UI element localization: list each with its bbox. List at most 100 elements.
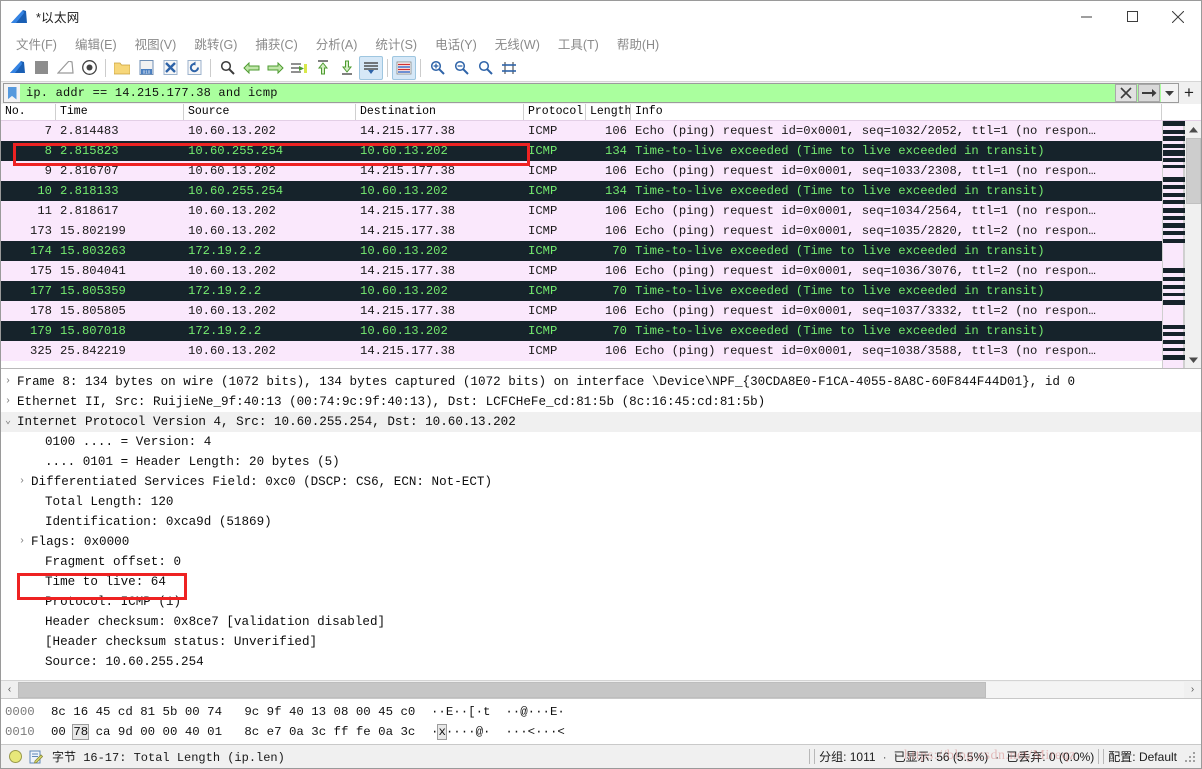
packet-details-pane[interactable]: › Frame 8: 134 bytes on wire (1072 bits),…: [1, 369, 1201, 680]
detail-ip-identification[interactable]: Identification: 0xca9d (51869): [1, 512, 1201, 532]
find-packet-icon[interactable]: [215, 56, 239, 80]
hscroll-thumb[interactable]: [18, 681, 986, 698]
auto-scroll-icon[interactable]: [359, 55, 383, 80]
detail-ip-source[interactable]: Source: 10.60.255.254: [1, 652, 1201, 672]
detail-ip-total-length[interactable]: Total Length: 120: [1, 492, 1201, 512]
col-destination[interactable]: Destination: [356, 104, 524, 120]
display-filter-input[interactable]: ip. addr == 14.215.177.38 and icmp: [20, 86, 1115, 100]
display-filter-input-wrap[interactable]: ip. addr == 14.215.177.38 and icmp: [3, 83, 1179, 103]
apply-filter-button[interactable]: [1138, 84, 1160, 102]
detail-ip-ttl[interactable]: Time to live: 64: [1, 572, 1201, 592]
col-no[interactable]: No.: [1, 104, 56, 120]
detail-ip-version[interactable]: 0100 .... = Version: 4: [1, 432, 1201, 452]
go-to-packet-icon[interactable]: [287, 56, 311, 80]
filter-dropdown-button[interactable]: [1161, 84, 1178, 102]
capture-file-note-icon[interactable]: [29, 750, 43, 764]
reload-file-icon[interactable]: [182, 56, 206, 80]
intelligent-scrollbar[interactable]: [1162, 121, 1185, 368]
add-filter-button[interactable]: +: [1179, 83, 1199, 103]
col-source[interactable]: Source: [184, 104, 356, 120]
packet-bytes-pane[interactable]: 0000 8c 16 45 cd 81 5b 00 74 9c 9f 40 13…: [1, 698, 1201, 744]
table-row[interactable]: 7 2.814483 10.60.13.202 14.215.177.38 ICMP 10…: [1, 121, 1162, 141]
detail-ip-fragment-offset[interactable]: Fragment offset: 0: [1, 552, 1201, 572]
open-file-icon[interactable]: [110, 56, 134, 80]
detail-ethernet[interactable]: › Ethernet II, Src: RuijieNe_9f:40:13 (00…: [1, 392, 1201, 412]
save-file-icon[interactable]: 010: [134, 56, 158, 80]
table-row[interactable]: 9 2.816707 10.60.13.202 14.215.177.38 ICMP 10…: [1, 161, 1162, 181]
go-back-icon[interactable]: [239, 56, 263, 80]
col-length[interactable]: Length: [586, 104, 631, 120]
filter-bookmark-icon[interactable]: [4, 84, 20, 102]
hex-byte-highlighted[interactable]: 78: [72, 724, 90, 740]
table-row[interactable]: 325 25.842219 10.60.13.202 14.215.177.38 ICM…: [1, 341, 1162, 361]
col-protocol[interactable]: Protocol: [524, 104, 586, 120]
menu-tools[interactable]: 工具(T): [549, 32, 608, 55]
close-button[interactable]: [1155, 1, 1201, 32]
vscroll-track[interactable]: [1185, 204, 1202, 351]
menu-telephony[interactable]: 电话(Y): [426, 32, 486, 55]
hscroll-track[interactable]: [18, 681, 1184, 698]
minimize-button[interactable]: [1063, 1, 1109, 32]
status-profile[interactable]: 配置: Default: [1108, 748, 1177, 765]
table-row[interactable]: 173 15.802199 10.60.13.202 14.215.177.38 ICM…: [1, 221, 1162, 241]
menu-edit[interactable]: 编辑(E): [66, 32, 126, 55]
capture-options-icon[interactable]: [77, 56, 101, 80]
table-row[interactable]: 174 15.803263 172.19.2.2 10.60.13.202 ICMP 70…: [1, 241, 1162, 261]
menu-view[interactable]: 视图(V): [126, 32, 186, 55]
hscroll-left-arrow-icon[interactable]: ‹: [1, 684, 18, 695]
menu-wireless[interactable]: 无线(W): [486, 32, 549, 55]
resize-grip-icon[interactable]: [1183, 750, 1197, 764]
table-row[interactable]: 11 2.818617 10.60.13.202 14.215.177.38 ICMP 1…: [1, 201, 1162, 221]
vscroll-thumb[interactable]: [1185, 138, 1201, 204]
table-row[interactable]: 178 15.805805 10.60.13.202 14.215.177.38 ICM…: [1, 301, 1162, 321]
menu-go[interactable]: 跳转(G): [185, 32, 246, 55]
packet-source: 10.60.13.202: [188, 304, 276, 318]
scroll-up-arrow-icon[interactable]: [1185, 121, 1202, 138]
packet-list-vscrollbar[interactable]: [1184, 121, 1201, 368]
table-row[interactable]: 175 15.804041 10.60.13.202 14.215.177.38 ICM…: [1, 261, 1162, 281]
detail-ip-protocol[interactable]: Protocol: ICMP (1): [1, 592, 1201, 612]
go-first-packet-icon[interactable]: [311, 56, 335, 80]
table-row[interactable]: 179 15.807018 172.19.2.2 10.60.13.202 ICMP 70…: [1, 321, 1162, 341]
stop-capture-icon[interactable]: [29, 56, 53, 80]
restart-capture-icon[interactable]: [53, 56, 77, 80]
details-hscrollbar[interactable]: ‹ ›: [1, 680, 1201, 698]
expert-info-circle-icon[interactable]: [9, 750, 22, 763]
menu-analyze[interactable]: 分析(A): [307, 32, 367, 55]
resize-columns-icon[interactable]: [497, 56, 521, 80]
table-row[interactable]: 8 2.815823 10.60.255.254 10.60.13.202 ICMP 13…: [1, 141, 1162, 161]
menu-file[interactable]: 文件(F): [7, 32, 66, 55]
chevron-right-icon[interactable]: ›: [1, 372, 15, 392]
col-info[interactable]: Info: [631, 104, 1162, 120]
table-row[interactable]: 177 15.805359 172.19.2.2 10.60.13.202 ICMP 70…: [1, 281, 1162, 301]
hscroll-right-arrow-icon[interactable]: ›: [1184, 684, 1201, 695]
start-capture-icon[interactable]: [5, 56, 29, 80]
detail-frame[interactable]: › Frame 8: 134 bytes on wire (1072 bits),…: [1, 372, 1201, 392]
menu-statistics[interactable]: 统计(S): [366, 32, 426, 55]
menu-help[interactable]: 帮助(H): [608, 32, 668, 55]
zoom-in-icon[interactable]: [425, 56, 449, 80]
maximize-button[interactable]: [1109, 1, 1155, 32]
hex-ascii-highlighted[interactable]: x: [437, 724, 447, 740]
zoom-out-icon[interactable]: [449, 56, 473, 80]
zoom-reset-icon[interactable]: [473, 56, 497, 80]
detail-ip-checksum-status[interactable]: [Header checksum status: Unverified]: [1, 632, 1201, 652]
chevron-right-icon[interactable]: ›: [1, 392, 15, 412]
detail-ip-checksum[interactable]: Header checksum: 0x8ce7 [validation disa…: [1, 612, 1201, 632]
scroll-down-arrow-icon[interactable]: [1185, 351, 1202, 368]
close-file-icon[interactable]: [158, 56, 182, 80]
colorize-packets-icon[interactable]: [392, 55, 416, 80]
chevron-right-icon[interactable]: ›: [15, 532, 29, 552]
detail-ip-dsfield[interactable]: › Differentiated Services Field: 0xc0 (DS…: [1, 472, 1201, 492]
detail-ip-header-length[interactable]: .... 0101 = Header Length: 20 bytes (5): [1, 452, 1201, 472]
chevron-down-icon[interactable]: ⌄: [1, 412, 15, 432]
chevron-right-icon[interactable]: ›: [15, 472, 29, 492]
col-time[interactable]: Time: [56, 104, 184, 120]
menu-capture[interactable]: 捕获(C): [246, 32, 306, 55]
table-row[interactable]: 10 2.818133 10.60.255.254 10.60.13.202 ICMP 1…: [1, 181, 1162, 201]
go-forward-icon[interactable]: [263, 56, 287, 80]
detail-ipv4[interactable]: ⌄ Internet Protocol Version 4, Src: 10.60…: [1, 412, 1201, 432]
detail-ip-flags[interactable]: › Flags: 0x0000: [1, 532, 1201, 552]
go-last-packet-icon[interactable]: [335, 56, 359, 80]
clear-filter-button[interactable]: [1115, 84, 1137, 102]
